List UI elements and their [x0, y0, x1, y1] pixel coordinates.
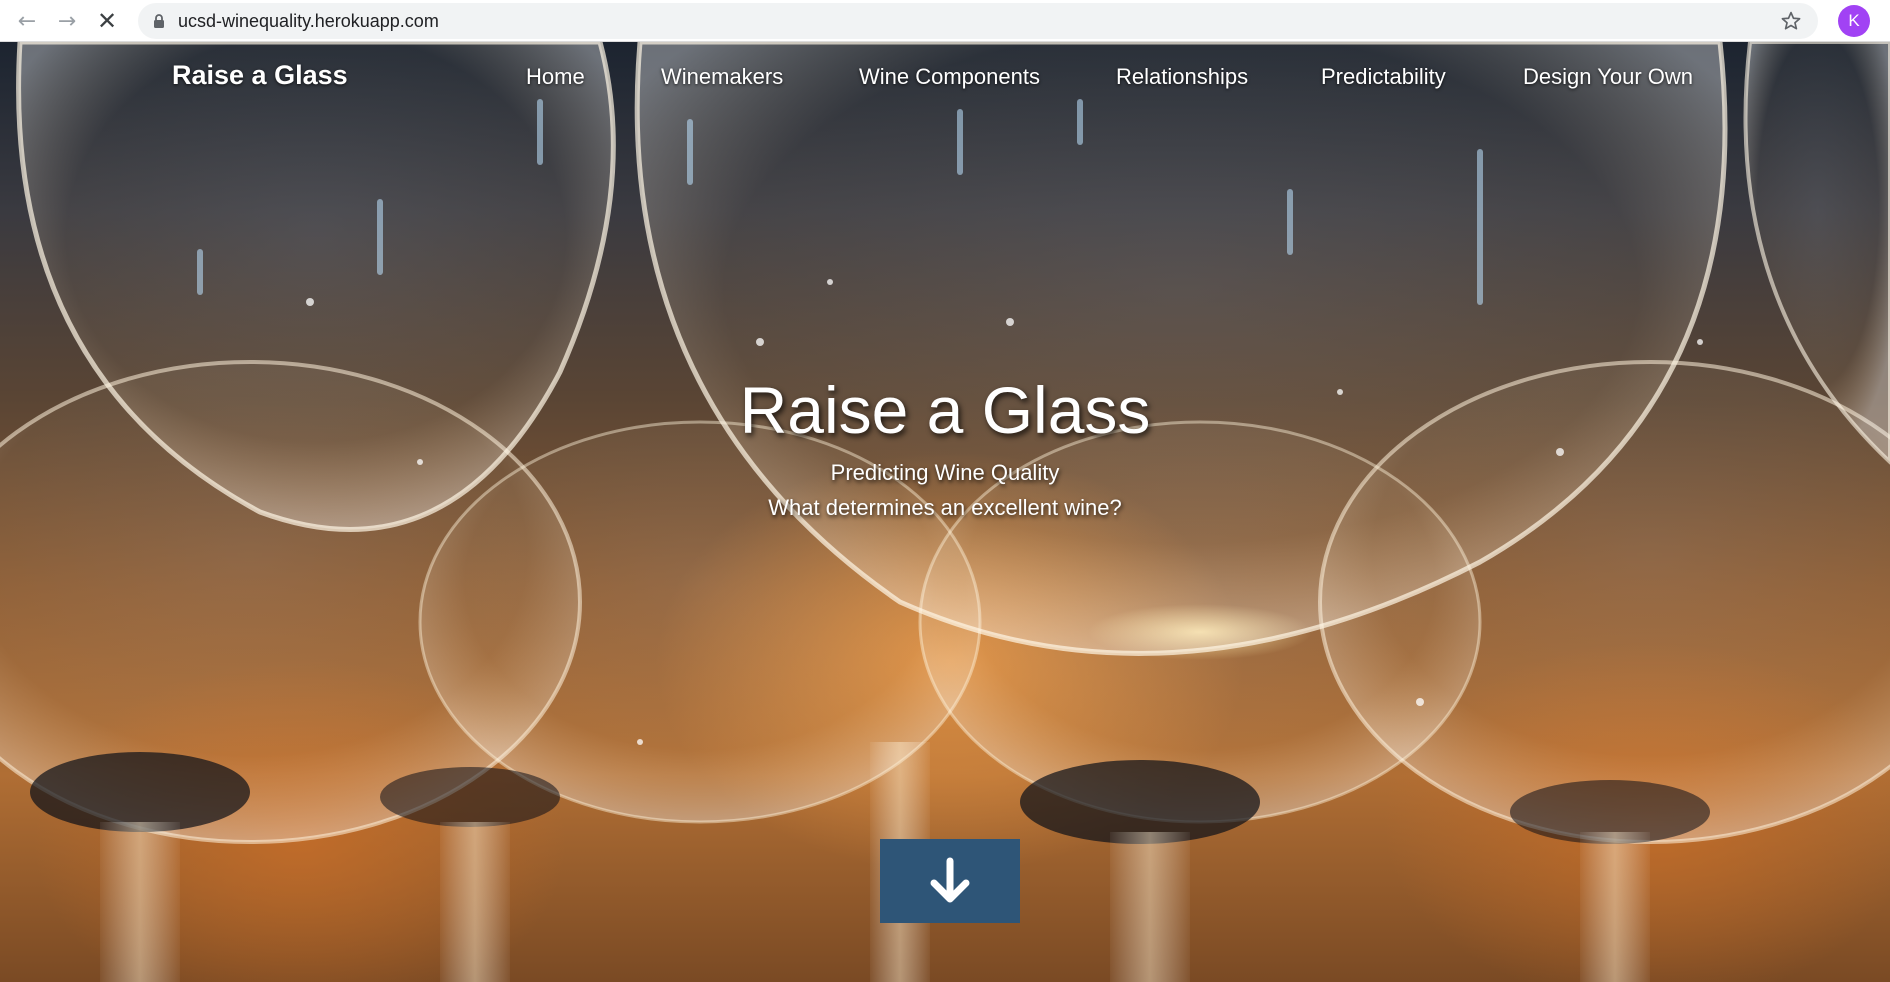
hero-title: Raise a Glass [739, 373, 1151, 447]
arrow-right-icon: → [57, 8, 77, 34]
browser-toolbar: ← → ✕ ucsd-winequality.herokuapp.com K [0, 0, 1890, 42]
star-outline-icon[interactable] [1780, 10, 1802, 32]
lock-icon [154, 14, 164, 28]
nav-winemakers[interactable]: Winemakers [661, 64, 783, 90]
nav-predictability[interactable]: Predictability [1321, 64, 1446, 90]
nav-relationships[interactable]: Relationships [1116, 64, 1248, 90]
arrow-left-icon: ← [17, 8, 37, 34]
nav-wine-components[interactable]: Wine Components [859, 64, 1040, 90]
back-button[interactable]: ← [12, 6, 42, 36]
nav-design-your-own[interactable]: Design Your Own [1523, 64, 1693, 90]
nav-home[interactable]: Home [526, 64, 585, 90]
site-navbar: Raise a Glass Home Winemakers Wine Compo… [0, 42, 1890, 112]
close-icon: ✕ [96, 7, 118, 35]
hero-section: Raise a Glass Home Winemakers Wine Compo… [0, 42, 1890, 982]
stop-loading-button[interactable]: ✕ [92, 6, 122, 36]
forward-button[interactable]: → [52, 6, 82, 36]
url-text: ucsd-winequality.herokuapp.com [178, 11, 439, 31]
arrow-down-icon [930, 857, 970, 903]
avatar-initial: K [1848, 11, 1860, 30]
hero-tagline: What determines an excellent wine? [768, 495, 1122, 520]
hero-subtitle: Predicting Wine Quality [830, 460, 1060, 485]
nav-menu: Home Winemakers Wine Components Relation… [0, 64, 1890, 94]
address-bar[interactable]: ucsd-winequality.herokuapp.com [138, 3, 1818, 39]
profile-avatar[interactable]: K [1838, 5, 1870, 37]
scroll-down-button[interactable] [880, 839, 1020, 923]
